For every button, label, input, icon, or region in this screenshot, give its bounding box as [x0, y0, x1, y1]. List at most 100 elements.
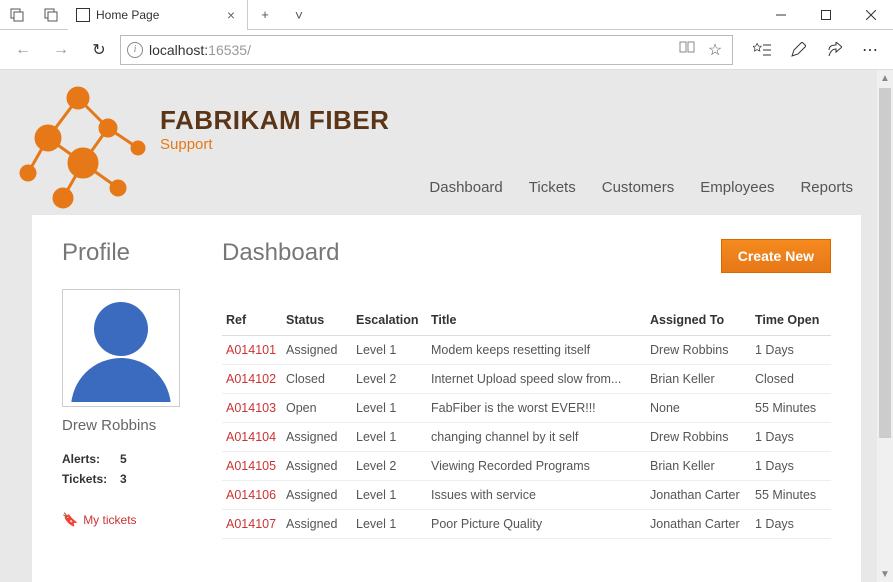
- top-nav: Dashboard Tickets Customers Employees Re…: [160, 179, 893, 196]
- col-assigned: Assigned To: [646, 307, 751, 336]
- cell-ref[interactable]: A014101: [222, 336, 282, 365]
- share-icon[interactable]: [817, 33, 851, 67]
- nav-tickets[interactable]: Tickets: [529, 179, 576, 196]
- table-row[interactable]: A014105AssignedLevel 2Viewing Recorded P…: [222, 452, 831, 481]
- cell-title: Internet Upload speed slow from...: [427, 365, 646, 394]
- tickets-label: Tickets:: [62, 472, 120, 486]
- cell-ref[interactable]: A014102: [222, 365, 282, 394]
- cell-time: 1 Days: [751, 510, 831, 539]
- table-row[interactable]: A014104AssignedLevel 1changing channel b…: [222, 423, 831, 452]
- browser-tab[interactable]: Home Page ×: [68, 0, 248, 30]
- cell-title: FabFiber is the worst EVER!!!: [427, 394, 646, 423]
- brand-title: FABRIKAM FIBER: [160, 105, 893, 136]
- alerts-label: Alerts:: [62, 452, 120, 466]
- cell-escalation: Level 1: [352, 481, 427, 510]
- col-status: Status: [282, 307, 352, 336]
- favorites-list-icon[interactable]: [745, 33, 779, 67]
- cell-escalation: Level 2: [352, 452, 427, 481]
- back-button[interactable]: ←: [6, 33, 40, 67]
- nav-customers[interactable]: Customers: [602, 179, 675, 196]
- cell-ref[interactable]: A014106: [222, 481, 282, 510]
- cell-ref[interactable]: A014103: [222, 394, 282, 423]
- cell-assigned: Jonathan Carter: [646, 510, 751, 539]
- nav-dashboard[interactable]: Dashboard: [429, 179, 502, 196]
- tabs-chevron-icon[interactable]: ˅: [282, 0, 316, 30]
- table-row[interactable]: A014101AssignedLevel 1Modem keeps resett…: [222, 336, 831, 365]
- page-viewport: ▲ ▼ FABRIKAM FIBER Support Dashboard Tic…: [0, 70, 893, 582]
- cell-escalation: Level 1: [352, 394, 427, 423]
- cell-title: Issues with service: [427, 481, 646, 510]
- url-text: localhost:16535/: [149, 42, 670, 58]
- alerts-value: 5: [120, 452, 127, 466]
- cell-escalation: Level 1: [352, 423, 427, 452]
- cell-ref[interactable]: A014107: [222, 510, 282, 539]
- tag-icon: 🔖: [62, 512, 78, 528]
- table-row[interactable]: A014102ClosedLevel 2Internet Upload spee…: [222, 365, 831, 394]
- tickets-table: Ref Status Escalation Title Assigned To …: [222, 307, 831, 539]
- cell-time: 1 Days: [751, 423, 831, 452]
- cell-time: Closed: [751, 365, 831, 394]
- cell-status: Open: [282, 394, 352, 423]
- col-time: Time Open: [751, 307, 831, 336]
- dashboard-heading: Dashboard: [222, 239, 339, 267]
- cell-title: Modem keeps resetting itself: [427, 336, 646, 365]
- url-field[interactable]: i localhost:16535/ ☆: [120, 35, 733, 65]
- avatar: [62, 289, 180, 407]
- content-card: Profile Drew Robbins Alerts: 5 Tickets: …: [32, 215, 861, 582]
- cell-assigned: Brian Keller: [646, 452, 751, 481]
- table-row[interactable]: A014103OpenLevel 1FabFiber is the worst …: [222, 394, 831, 423]
- cell-time: 1 Days: [751, 452, 831, 481]
- window-minimize-button[interactable]: [758, 0, 803, 30]
- tab-actions-left-icon[interactable]: [0, 0, 34, 30]
- cell-title: Viewing Recorded Programs: [427, 452, 646, 481]
- profile-sidebar: Profile Drew Robbins Alerts: 5 Tickets: …: [62, 239, 192, 582]
- cell-time: 1 Days: [751, 336, 831, 365]
- tickets-value: 3: [120, 472, 127, 486]
- browser-address-bar: ← → ↻ i localhost:16535/ ☆ ⋯: [0, 30, 893, 70]
- page-header: FABRIKAM FIBER Support Dashboard Tickets…: [0, 70, 893, 215]
- nav-reports[interactable]: Reports: [800, 179, 853, 196]
- cell-status: Assigned: [282, 510, 352, 539]
- window-maximize-button[interactable]: [803, 0, 848, 30]
- dashboard-main: Dashboard Create New Ref Status Escalati…: [222, 239, 831, 582]
- cell-assigned: Jonathan Carter: [646, 481, 751, 510]
- favorite-star-icon[interactable]: ☆: [704, 40, 726, 60]
- table-row[interactable]: A014107AssignedLevel 1Poor Picture Quali…: [222, 510, 831, 539]
- cell-status: Assigned: [282, 452, 352, 481]
- cell-status: Assigned: [282, 336, 352, 365]
- table-row[interactable]: A014106AssignedLevel 1Issues with servic…: [222, 481, 831, 510]
- more-icon[interactable]: ⋯: [853, 33, 887, 67]
- tab-actions-right-icon[interactable]: [34, 0, 68, 30]
- brand-subtitle: Support: [160, 136, 893, 153]
- col-ref: Ref: [222, 307, 282, 336]
- window-close-button[interactable]: [848, 0, 893, 30]
- cell-title: changing channel by it self: [427, 423, 646, 452]
- refresh-button[interactable]: ↻: [82, 33, 116, 67]
- cell-title: Poor Picture Quality: [427, 510, 646, 539]
- cell-time: 55 Minutes: [751, 394, 831, 423]
- cell-assigned: Drew Robbins: [646, 336, 751, 365]
- cell-ref[interactable]: A014104: [222, 423, 282, 452]
- cell-assigned: Drew Robbins: [646, 423, 751, 452]
- site-info-icon[interactable]: i: [127, 42, 143, 58]
- tab-close-icon[interactable]: ×: [223, 7, 239, 23]
- profile-name: Drew Robbins: [62, 417, 192, 434]
- forward-button[interactable]: →: [44, 33, 78, 67]
- reading-view-icon[interactable]: [676, 40, 698, 59]
- cell-status: Assigned: [282, 423, 352, 452]
- page-icon: [76, 8, 90, 22]
- cell-ref[interactable]: A014105: [222, 452, 282, 481]
- new-tab-button[interactable]: +: [248, 0, 282, 30]
- create-new-button[interactable]: Create New: [721, 239, 831, 273]
- col-title: Title: [427, 307, 646, 336]
- my-tickets-link[interactable]: 🔖 My tickets: [62, 512, 192, 528]
- brand-logo-icon: [8, 78, 158, 218]
- nav-employees[interactable]: Employees: [700, 179, 774, 196]
- cell-escalation: Level 1: [352, 336, 427, 365]
- notes-icon[interactable]: [781, 33, 815, 67]
- col-escalation: Escalation: [352, 307, 427, 336]
- cell-assigned: None: [646, 394, 751, 423]
- cell-status: Assigned: [282, 481, 352, 510]
- browser-titlebar: Home Page × + ˅: [0, 0, 893, 30]
- cell-escalation: Level 1: [352, 510, 427, 539]
